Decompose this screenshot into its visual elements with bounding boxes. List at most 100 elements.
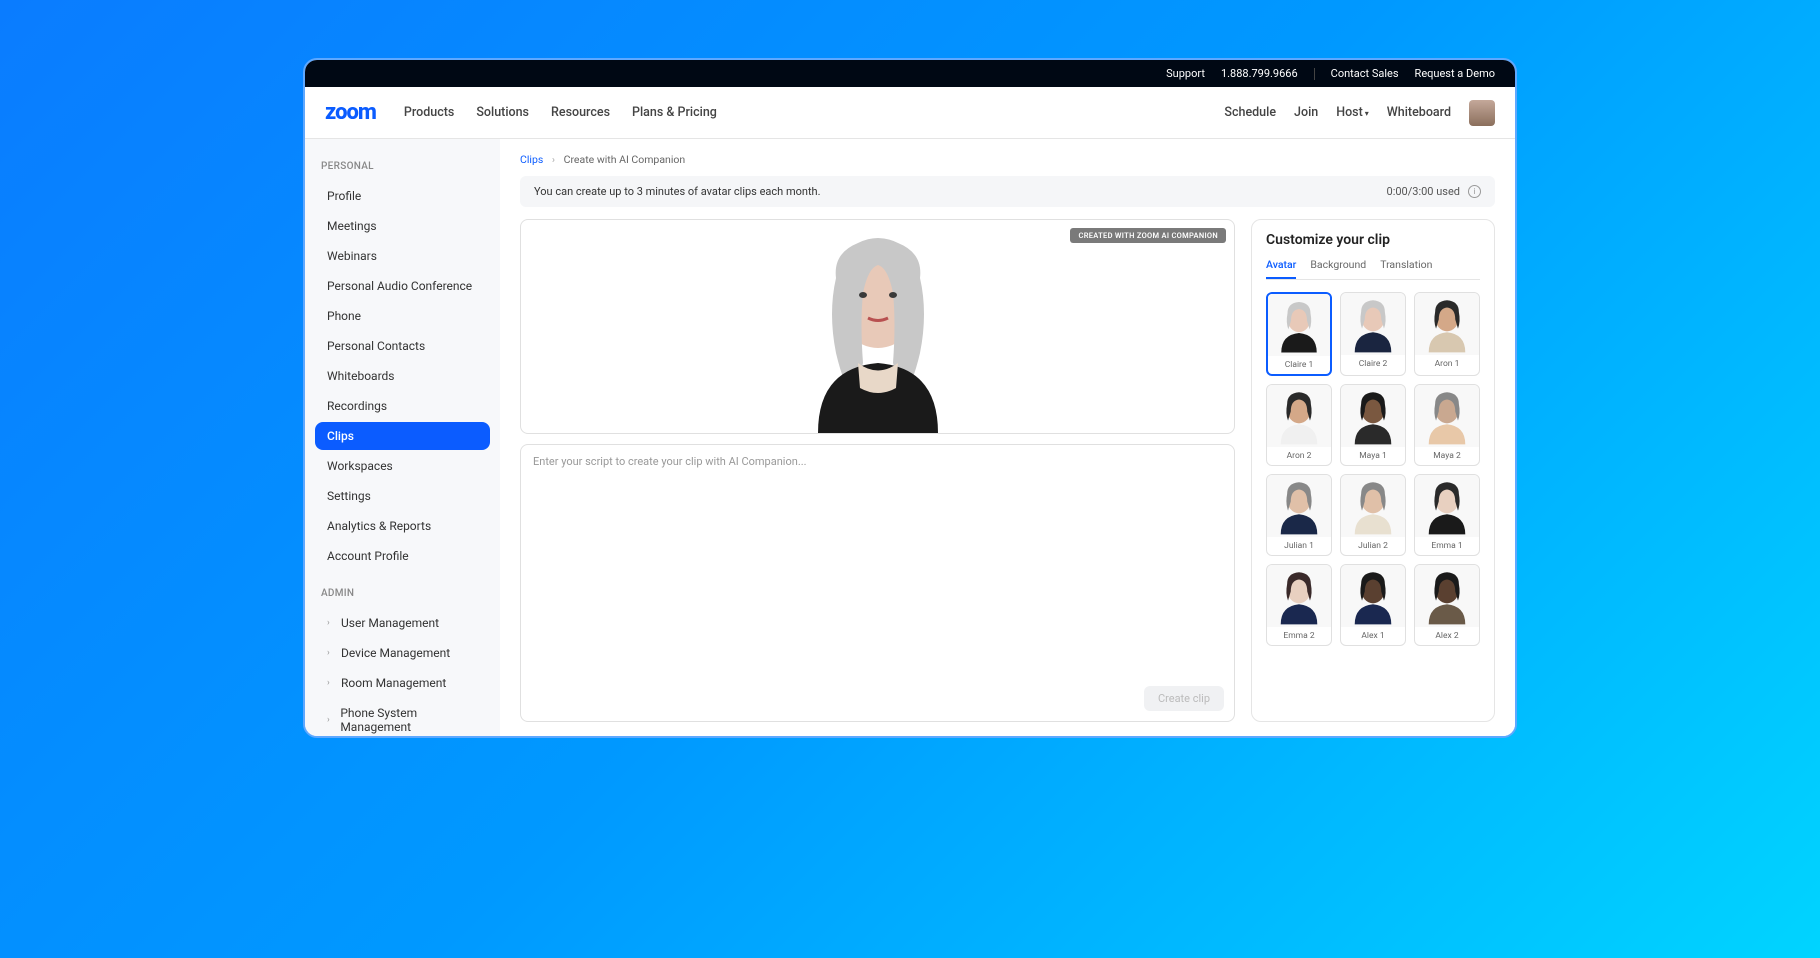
nav-right: Schedule Join Host▾ Whiteboard bbox=[1224, 100, 1495, 126]
chevron-down-icon: ▾ bbox=[1365, 109, 1369, 118]
avatar-thumb bbox=[1341, 385, 1405, 447]
avatar-option-maya-1[interactable]: Maya 1 bbox=[1340, 384, 1406, 466]
nav-link-products[interactable]: Products bbox=[404, 105, 454, 120]
nav-action-whiteboard[interactable]: Whiteboard bbox=[1387, 105, 1451, 120]
breadcrumb-root[interactable]: Clips bbox=[520, 153, 543, 166]
nav-action-host[interactable]: Host▾ bbox=[1336, 105, 1369, 120]
sidebar-item-phone-system-management[interactable]: › Phone System Management bbox=[315, 699, 490, 736]
avatar-label: Julian 1 bbox=[1267, 537, 1331, 555]
avatar-option-emma-1[interactable]: Emma 1 bbox=[1414, 474, 1480, 556]
breadcrumb: Clips › Create with AI Companion bbox=[520, 153, 1495, 166]
customize-panel: Customize your clip AvatarBackgroundTran… bbox=[1251, 219, 1495, 722]
sidebar-item-account-profile[interactable]: Account Profile bbox=[315, 542, 490, 570]
avatar-label: Alex 2 bbox=[1415, 627, 1479, 645]
tab-background[interactable]: Background bbox=[1310, 258, 1366, 279]
sidebar-item-analytics-reports[interactable]: Analytics & Reports bbox=[315, 512, 490, 540]
sidebar-item-personal-audio-conference[interactable]: Personal Audio Conference bbox=[315, 272, 490, 300]
sidebar-item-settings[interactable]: Settings bbox=[315, 482, 490, 510]
banner-text: You can create up to 3 minutes of avatar… bbox=[534, 185, 821, 198]
sidebar-item-phone[interactable]: Phone bbox=[315, 302, 490, 330]
chevron-right-icon: › bbox=[327, 618, 335, 628]
tab-avatar[interactable]: Avatar bbox=[1266, 258, 1296, 279]
nav-links: Products Solutions Resources Plans & Pricin… bbox=[404, 105, 1225, 120]
sidebar: PERSONAL ProfileMeetingsWebinarsPersonal… bbox=[305, 139, 500, 736]
chevron-right-icon: › bbox=[327, 648, 335, 658]
avatar-label: Emma 1 bbox=[1415, 537, 1479, 555]
avatar-option-alex-2[interactable]: Alex 2 bbox=[1414, 564, 1480, 646]
avatar-label: Julian 2 bbox=[1341, 537, 1405, 555]
sidebar-section-admin: ADMIN bbox=[315, 584, 490, 603]
usage-text: 0:00/3:00 used bbox=[1387, 185, 1460, 198]
sidebar-item-label: User Management bbox=[341, 616, 439, 630]
sidebar-item-label: Phone System Management bbox=[340, 706, 478, 734]
avatar-label: Aron 2 bbox=[1267, 447, 1331, 465]
nav-link-resources[interactable]: Resources bbox=[551, 105, 610, 120]
left-column: CREATED WITH ZOOM AI COMPANION bbox=[520, 219, 1235, 722]
contact-sales-link[interactable]: Contact Sales bbox=[1331, 67, 1399, 80]
avatar-label: Emma 2 bbox=[1267, 627, 1331, 645]
avatar-label: Claire 2 bbox=[1341, 355, 1405, 373]
script-input-box: Create clip bbox=[520, 444, 1235, 722]
avatar-option-aron-2[interactable]: Aron 2 bbox=[1266, 384, 1332, 466]
sidebar-item-recordings[interactable]: Recordings bbox=[315, 392, 490, 420]
script-textarea[interactable] bbox=[533, 455, 1222, 711]
sidebar-item-webinars[interactable]: Webinars bbox=[315, 242, 490, 270]
avatar-option-emma-2[interactable]: Emma 2 bbox=[1266, 564, 1332, 646]
nav-link-plans-pricing[interactable]: Plans & Pricing bbox=[632, 105, 717, 120]
sidebar-item-clips[interactable]: Clips bbox=[315, 422, 490, 450]
avatar-preview-box: CREATED WITH ZOOM AI COMPANION bbox=[520, 219, 1235, 434]
app-frame: Support 1.888.799.9666 Contact Sales Req… bbox=[303, 58, 1517, 738]
content: PERSONAL ProfileMeetingsWebinarsPersonal… bbox=[305, 139, 1515, 736]
sidebar-item-whiteboards[interactable]: Whiteboards bbox=[315, 362, 490, 390]
avatar-option-aron-1[interactable]: Aron 1 bbox=[1414, 292, 1480, 376]
main-area: Clips › Create with AI Companion You can… bbox=[500, 139, 1515, 736]
divider bbox=[1314, 68, 1315, 80]
avatar-grid: Claire 1 Claire 2 Aron 1 Aron 2 Maya 1Maya 2… bbox=[1266, 292, 1480, 646]
avatar-option-julian-1[interactable]: Julian 1 bbox=[1266, 474, 1332, 556]
sidebar-item-meetings[interactable]: Meetings bbox=[315, 212, 490, 240]
nav-action-join[interactable]: Join bbox=[1294, 105, 1318, 120]
avatar-thumb bbox=[1341, 565, 1405, 627]
sidebar-item-device-management[interactable]: › Device Management bbox=[315, 639, 490, 667]
tab-translation[interactable]: Translation bbox=[1380, 258, 1432, 279]
sidebar-item-workspaces[interactable]: Workspaces bbox=[315, 452, 490, 480]
sidebar-item-user-management[interactable]: › User Management bbox=[315, 609, 490, 637]
info-banner: You can create up to 3 minutes of avatar… bbox=[520, 176, 1495, 207]
customize-tabs: Avatar Background Translation bbox=[1266, 258, 1480, 280]
chevron-right-icon: › bbox=[552, 153, 555, 166]
avatar-label: Alex 1 bbox=[1341, 627, 1405, 645]
avatar-label: Claire 1 bbox=[1268, 356, 1330, 374]
nav-link-solutions[interactable]: Solutions bbox=[476, 105, 529, 120]
avatar-thumb bbox=[1267, 385, 1331, 447]
avatar-thumb bbox=[1341, 475, 1405, 537]
info-icon[interactable]: i bbox=[1468, 185, 1481, 198]
sidebar-item-label: Device Management bbox=[341, 646, 450, 660]
request-demo-link[interactable]: Request a Demo bbox=[1415, 67, 1495, 80]
sidebar-item-personal-contacts[interactable]: Personal Contacts bbox=[315, 332, 490, 360]
sidebar-item-room-management[interactable]: › Room Management bbox=[315, 669, 490, 697]
avatar-option-alex-1[interactable]: Alex 1 bbox=[1340, 564, 1406, 646]
avatar-option-maya-2[interactable]: Maya 2 bbox=[1414, 384, 1480, 466]
avatar-thumb bbox=[1267, 565, 1331, 627]
nav-action-schedule[interactable]: Schedule bbox=[1224, 105, 1276, 120]
avatar-thumb bbox=[1267, 475, 1331, 537]
chevron-right-icon: › bbox=[327, 678, 335, 688]
top-bar: Support 1.888.799.9666 Contact Sales Req… bbox=[305, 60, 1515, 87]
breadcrumb-current: Create with AI Companion bbox=[564, 153, 686, 166]
create-clip-button[interactable]: Create clip bbox=[1144, 686, 1224, 711]
support-phone[interactable]: 1.888.799.9666 bbox=[1221, 67, 1298, 80]
avatar-option-claire-1[interactable]: Claire 1 bbox=[1266, 292, 1332, 376]
avatar-option-claire-2[interactable]: Claire 2 bbox=[1340, 292, 1406, 376]
avatar-thumb bbox=[1415, 293, 1479, 355]
zoom-logo[interactable]: zoom bbox=[325, 100, 376, 125]
main-nav: zoom Products Solutions Resources Plans & P… bbox=[305, 87, 1515, 139]
sidebar-item-profile[interactable]: Profile bbox=[315, 182, 490, 210]
ai-companion-badge: CREATED WITH ZOOM AI COMPANION bbox=[1070, 228, 1226, 243]
avatar-label: Aron 1 bbox=[1415, 355, 1479, 373]
chevron-right-icon: › bbox=[327, 715, 334, 725]
avatar-thumb bbox=[1341, 293, 1405, 355]
avatar-option-julian-2[interactable]: Julian 2 bbox=[1340, 474, 1406, 556]
sidebar-item-label: Room Management bbox=[341, 676, 446, 690]
user-avatar[interactable] bbox=[1469, 100, 1495, 126]
support-link[interactable]: Support bbox=[1166, 67, 1205, 80]
